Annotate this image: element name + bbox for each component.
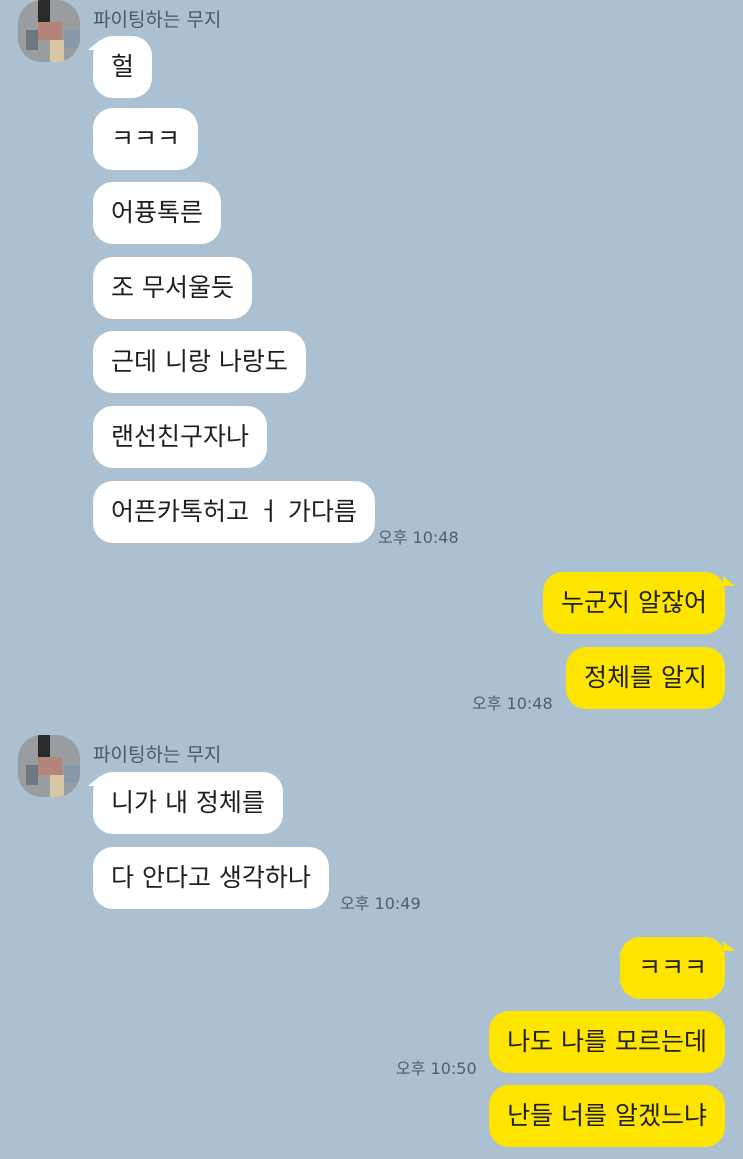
incoming-message[interactable]: 근데 니랑 나랑도 [93,331,306,393]
incoming-message[interactable]: 헐 [93,36,153,98]
incoming-message[interactable]: ㅋㅋㅋ [93,108,199,170]
sender-avatar[interactable] [18,0,80,62]
outgoing-message[interactable]: 정체를 알지 [566,647,725,709]
message-timestamp: 오후 10:48 [472,694,553,713]
sender-avatar[interactable] [18,735,80,797]
incoming-message[interactable]: 다 안다고 생각하나 [93,847,329,909]
incoming-message[interactable]: 랜선친구자나 [93,406,268,468]
sender-name: 파이팅하는 무지 [93,9,222,31]
outgoing-message[interactable]: 나도 나를 모르는데 [489,1011,725,1073]
outgoing-message[interactable]: 난들 너를 알겠느냐 [489,1085,725,1147]
incoming-message[interactable]: 어픈카톡허고 ㅓ 가다름 [93,481,375,543]
incoming-message[interactable]: 조 무서울듯 [93,257,252,319]
bubble-tail [723,941,735,951]
outgoing-message[interactable]: 누군지 알잖어 [543,572,725,634]
sender-name: 파이팅하는 무지 [93,744,222,766]
bubble-tail [723,576,735,586]
message-timestamp: 오후 10:48 [378,528,459,547]
incoming-message[interactable]: 니가 내 정체를 [93,772,283,834]
message-timestamp: 오후 10:49 [340,894,421,913]
incoming-message[interactable]: 어퓽톡른 [93,182,222,244]
message-timestamp: 오후 10:50 [396,1059,477,1078]
outgoing-message[interactable]: ㅋㅋㅋ [619,937,725,999]
